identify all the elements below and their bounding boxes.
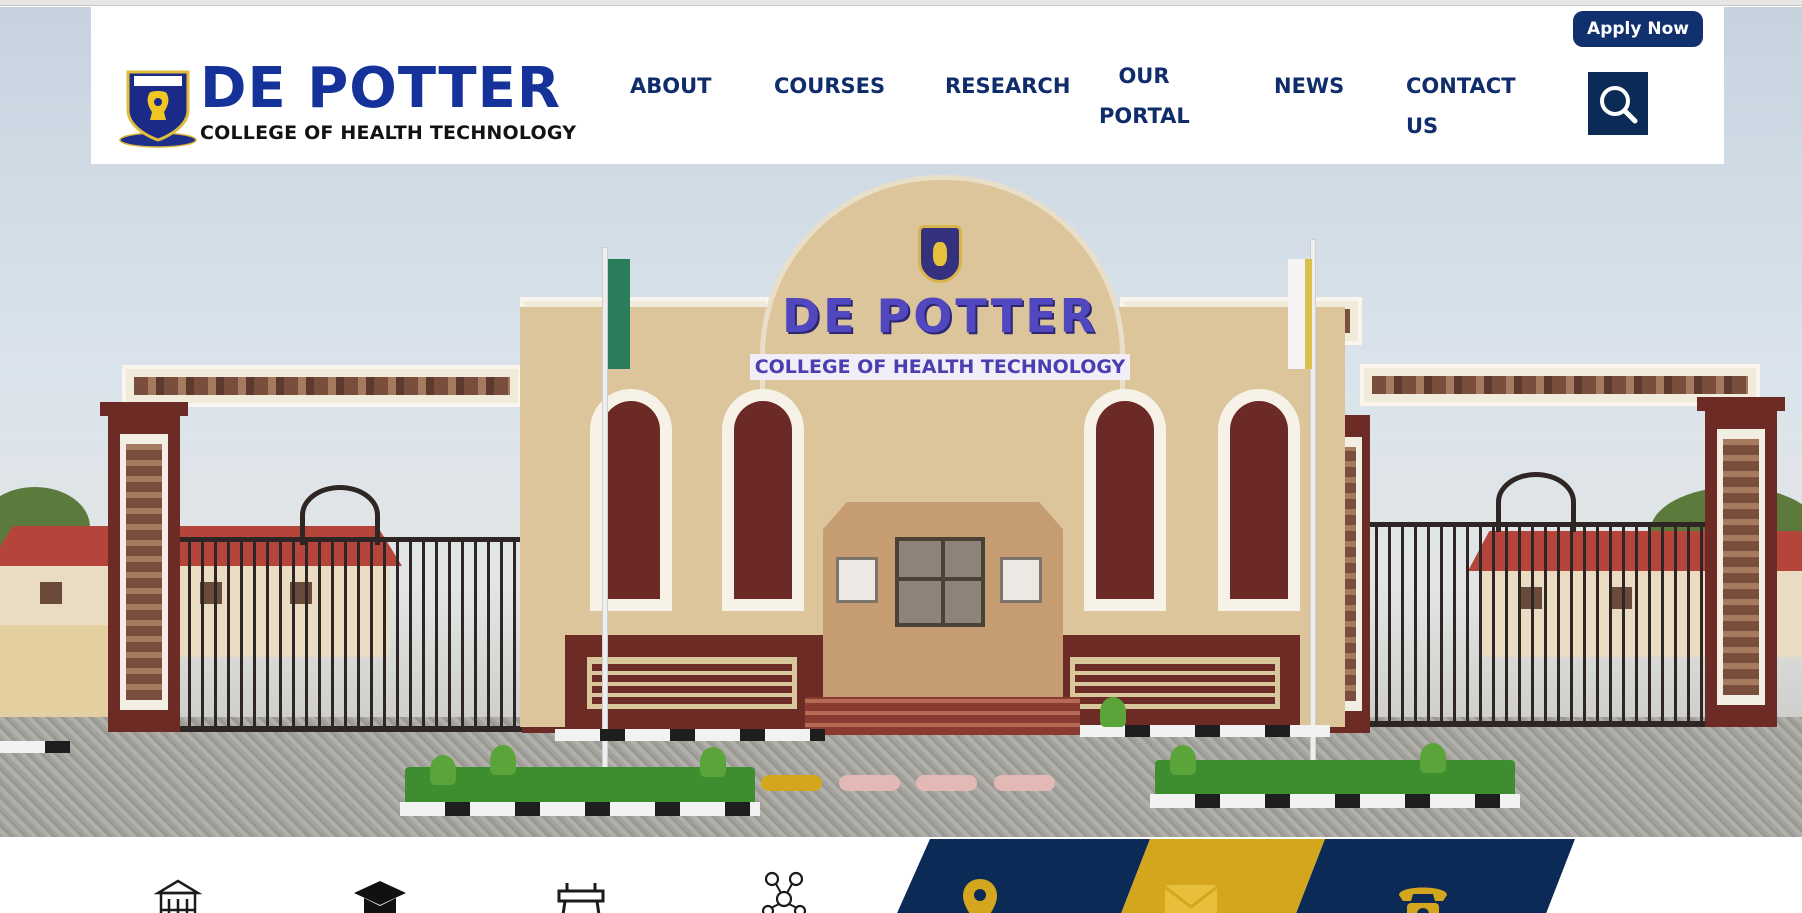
browser-frame-edge (0, 0, 1802, 6)
nav-contact-us[interactable]: CONTACT US (1406, 66, 1516, 146)
nav-contact-us-line2: US (1406, 114, 1439, 138)
gate-sign-name: DE POTTER (781, 289, 1099, 343)
site-logo[interactable]: DE POTTER COLLEGE OF HEALTH TECHNOLOGY (118, 56, 576, 150)
desk-icon[interactable] (553, 875, 609, 913)
search-icon (1600, 85, 1638, 123)
nav-news[interactable]: NEWS (1274, 66, 1344, 106)
graduation-cap-icon[interactable] (352, 875, 408, 913)
nav-our-portal-line2: PORTAL (1099, 104, 1190, 128)
nav-research[interactable]: RESEARCH (945, 66, 1070, 106)
slider-dot-4[interactable] (994, 775, 1055, 791)
location-pin-icon[interactable] (960, 877, 1000, 913)
apply-now-button[interactable]: Apply Now (1573, 11, 1703, 47)
brand-name: DE POTTER (200, 56, 561, 121)
slider-dot-2[interactable] (839, 775, 900, 791)
nav-contact-us-line1: CONTACT (1406, 74, 1516, 98)
nav-our-portal[interactable]: OUR PORTAL (1099, 56, 1190, 136)
slider-dot-1[interactable] (761, 775, 822, 791)
mail-icon[interactable] (1163, 881, 1219, 913)
brand-subtitle: COLLEGE OF HEALTH TECHNOLOGY (200, 122, 577, 144)
search-button[interactable] (1588, 72, 1648, 135)
nav-our-portal-line1: OUR (1118, 64, 1170, 88)
nav-courses[interactable]: COURSES (774, 66, 885, 106)
building-icon[interactable] (150, 875, 206, 913)
nav-about[interactable]: ABOUT (630, 66, 712, 106)
network-icon[interactable] (756, 869, 812, 913)
quick-links-bar (30, 839, 1785, 913)
phone-icon[interactable] (1395, 879, 1451, 913)
gate-sign-subtitle: COLLEGE OF HEALTH TECHNOLOGY (750, 354, 1130, 380)
college-crest-icon (119, 70, 197, 148)
slider-dot-3[interactable] (916, 775, 977, 791)
